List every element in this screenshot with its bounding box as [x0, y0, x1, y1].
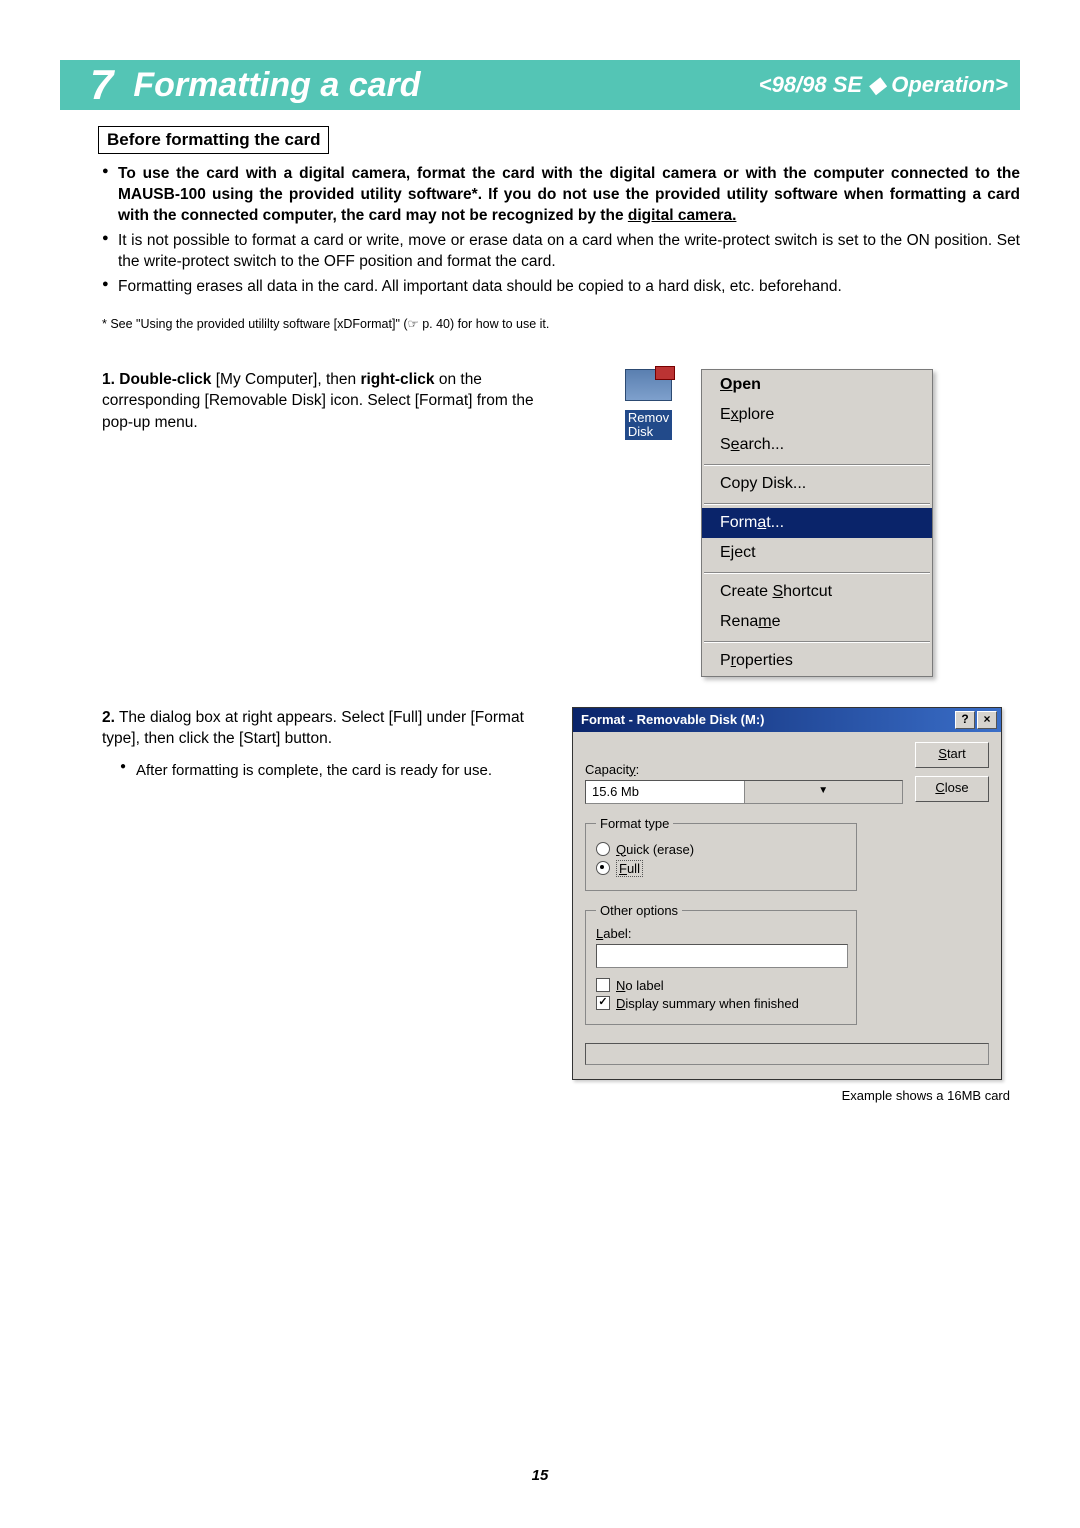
warning-item: Formatting erases all data in the card. …: [102, 277, 1020, 298]
dropdown-icon[interactable]: ▼: [744, 781, 903, 803]
chapter-header: 7 Formatting a card <98/98 SE ◆ Operatio…: [60, 60, 1020, 110]
capacity-value: 15.6 Mb: [586, 784, 744, 799]
warning-item: To use the card with a digital camera, f…: [102, 164, 1020, 227]
other-options-legend: Other options: [596, 903, 682, 918]
context-menu-screenshot: RemovDisk Open Explore Search... Copy Di…: [651, 369, 931, 677]
removable-disk-icon[interactable]: RemovDisk: [621, 369, 676, 443]
menu-open[interactable]: Open: [702, 370, 932, 400]
footnote: * See "Using the provided utililty softw…: [102, 316, 1020, 331]
close-button[interactable]: ×: [977, 711, 997, 729]
menu-rename[interactable]: Rename: [702, 607, 932, 637]
menu-copy-disk[interactable]: Copy Disk...: [702, 469, 932, 499]
other-options-group: Other options Label: No label ✓ Display …: [585, 903, 857, 1025]
help-button[interactable]: ?: [955, 711, 975, 729]
menu-eject[interactable]: Eject: [702, 538, 932, 568]
menu-properties[interactable]: Properties: [702, 646, 932, 676]
step-1-text: 1. Double-click [My Computer], then righ…: [60, 369, 562, 677]
menu-explore[interactable]: Explore: [702, 400, 932, 430]
dialog-titlebar: Format - Removable Disk (M:) ? ×: [573, 708, 1001, 732]
format-type-legend: Format type: [596, 816, 673, 831]
chapter-title: Formatting a card: [133, 66, 758, 105]
chapter-number: 7: [90, 61, 113, 109]
radio-full[interactable]: Full: [596, 860, 846, 877]
label-input[interactable]: [596, 944, 848, 968]
radio-quick[interactable]: Quick (erase): [596, 842, 846, 857]
menu-search[interactable]: Search...: [702, 430, 932, 460]
context-menu: Open Explore Search... Copy Disk... Form…: [701, 369, 933, 677]
check-no-label[interactable]: No label: [596, 978, 846, 993]
dialog-title: Format - Removable Disk (M:): [581, 712, 953, 727]
page-number: 15: [0, 1467, 1080, 1484]
format-dialog: Format - Removable Disk (M:) ? × Capacit…: [572, 707, 1002, 1080]
status-bar: [585, 1043, 989, 1065]
step-2-text: 2. The dialog box at right appears. Sele…: [60, 707, 562, 1103]
start-button[interactable]: Start: [915, 742, 989, 768]
capacity-label: Capacity:: [585, 762, 639, 777]
warning-item: It is not possible to format a card or w…: [102, 231, 1020, 273]
menu-format[interactable]: Format...: [702, 508, 932, 538]
drive-glyph-icon: [625, 369, 672, 401]
label-field-label: Label:: [596, 926, 631, 941]
format-type-group: Format type Quick (erase) Full: [585, 816, 857, 891]
menu-create-shortcut[interactable]: Create Shortcut: [702, 577, 932, 607]
example-caption: Example shows a 16MB card: [572, 1088, 1010, 1103]
section-heading: Before formatting the card: [98, 126, 329, 154]
step-2-subnote: After formatting is complete, the card i…: [120, 760, 562, 781]
capacity-select[interactable]: 15.6 Mb ▼: [585, 780, 903, 804]
operation-tag: <98/98 SE ◆ Operation>: [759, 72, 1008, 98]
close-dialog-button[interactable]: Close: [915, 776, 989, 802]
warning-list: To use the card with a digital camera, f…: [102, 164, 1020, 298]
check-display-summary[interactable]: ✓ Display summary when finished: [596, 996, 846, 1011]
